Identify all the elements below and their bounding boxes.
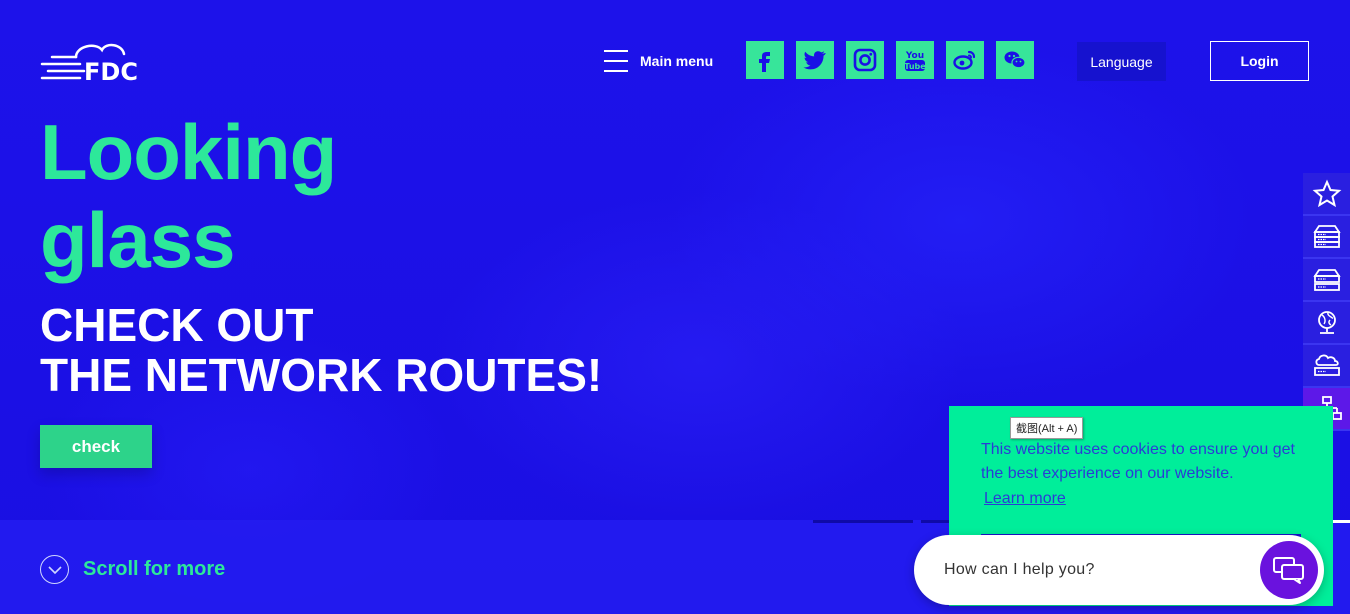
facebook-link[interactable] bbox=[746, 41, 784, 79]
chat-input[interactable]: How can I help you? bbox=[914, 535, 1324, 605]
chat-placeholder: How can I help you? bbox=[944, 561, 1095, 578]
scroll-for-more-link[interactable]: Scroll for more bbox=[40, 555, 225, 584]
server-stack-icon bbox=[1312, 268, 1341, 291]
scroll-for-more-label: Scroll for more bbox=[83, 558, 226, 580]
rail-network[interactable] bbox=[1303, 302, 1350, 345]
logo-text: FDC bbox=[84, 58, 138, 84]
subheading-line-2: THE NETWORK ROUTES! bbox=[40, 349, 603, 401]
chevron-down-icon bbox=[40, 555, 69, 584]
chat-bubbles-icon bbox=[1273, 557, 1304, 584]
rail-favorites[interactable] bbox=[1303, 173, 1350, 216]
page-title: Looking glass bbox=[40, 108, 337, 284]
rail-servers[interactable] bbox=[1303, 259, 1350, 302]
youtube-icon: You Tube bbox=[904, 51, 926, 71]
rail-cloud[interactable] bbox=[1303, 345, 1350, 388]
svg-text:Tube: Tube bbox=[904, 62, 926, 71]
main-menu-button[interactable]: Main menu bbox=[604, 49, 713, 73]
cloud-server-icon bbox=[1313, 354, 1340, 376]
subheading: CHECK OUT THE NETWORK ROUTES! bbox=[40, 300, 602, 400]
headline-line-2: glass bbox=[40, 196, 235, 284]
main-menu-label: Main menu bbox=[640, 53, 714, 69]
wechat-link[interactable] bbox=[996, 41, 1034, 79]
weibo-icon bbox=[953, 50, 976, 70]
language-button[interactable]: Language bbox=[1077, 42, 1166, 81]
side-rail bbox=[1303, 173, 1350, 431]
login-button[interactable]: Login bbox=[1210, 41, 1309, 81]
star-icon bbox=[1312, 179, 1341, 207]
twitter-icon bbox=[803, 51, 826, 70]
server-icon bbox=[1312, 224, 1341, 248]
divider-line bbox=[813, 520, 913, 523]
facebook-icon bbox=[759, 52, 770, 72]
globe-network-icon bbox=[1317, 310, 1336, 334]
wechat-icon bbox=[1004, 51, 1026, 69]
instagram-link[interactable] bbox=[846, 41, 884, 79]
check-button[interactable]: check bbox=[40, 425, 152, 468]
cookie-banner-edge bbox=[1333, 520, 1350, 523]
subheading-line-1: CHECK OUT bbox=[40, 299, 314, 351]
youtube-link[interactable]: You Tube bbox=[896, 41, 934, 79]
svg-text:You: You bbox=[905, 51, 924, 61]
instagram-icon bbox=[853, 48, 877, 72]
divider-line bbox=[921, 520, 949, 523]
fdc-logo[interactable]: FDC bbox=[40, 40, 180, 86]
headline-line-1: Looking bbox=[40, 108, 337, 196]
social-links: You Tube bbox=[746, 41, 1034, 79]
screenshot-tooltip: 截图(Alt + A) bbox=[1010, 417, 1084, 439]
rail-dedicated-servers[interactable] bbox=[1303, 216, 1350, 259]
cookie-message: This website uses cookies to ensure you … bbox=[981, 441, 1295, 482]
weibo-link[interactable] bbox=[946, 41, 984, 79]
chat-open-button[interactable] bbox=[1260, 541, 1318, 599]
hamburger-icon bbox=[604, 49, 628, 73]
twitter-link[interactable] bbox=[796, 41, 834, 79]
learn-more-link[interactable]: Learn more bbox=[984, 490, 1066, 508]
